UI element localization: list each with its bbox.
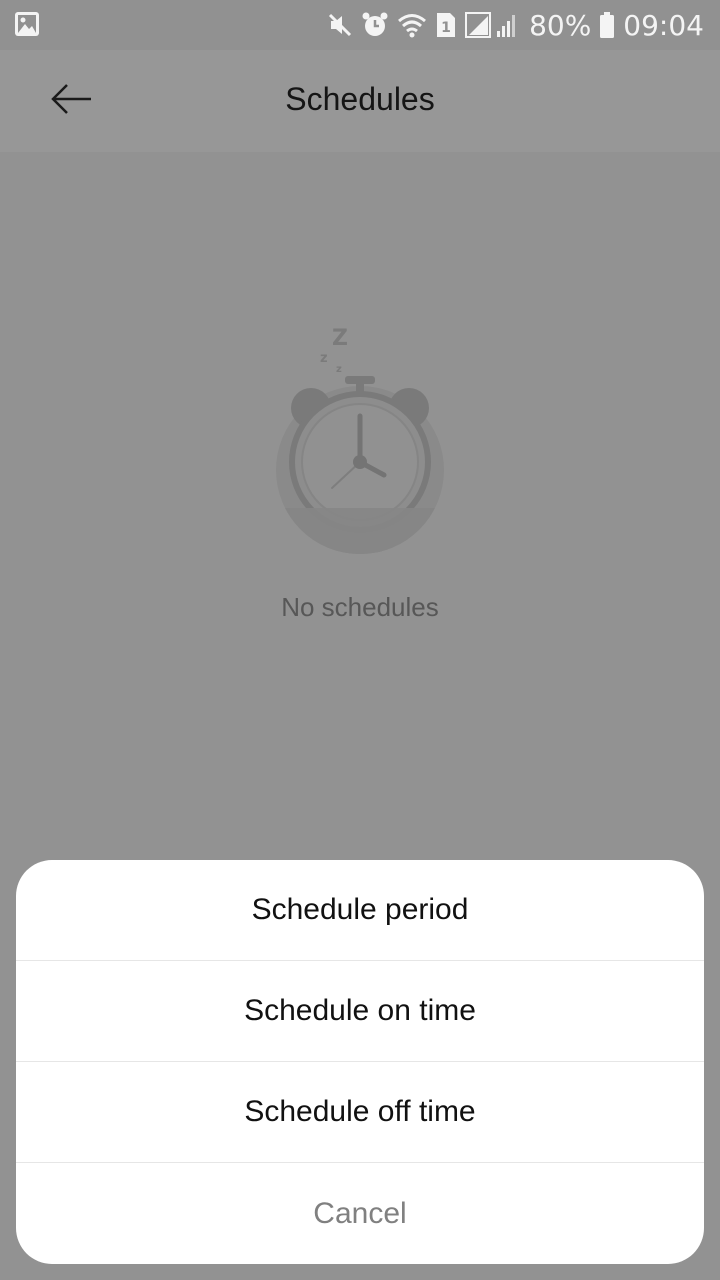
schedule-period-option[interactable]: Schedule period bbox=[16, 860, 704, 961]
svg-text:z: z bbox=[320, 351, 328, 366]
sleeping-alarm-clock-icon: Z z z bbox=[270, 320, 450, 560]
image-icon bbox=[14, 11, 40, 42]
action-sheet: Schedule period Schedule on time Schedul… bbox=[16, 860, 704, 1264]
battery-percent: 80% bbox=[529, 8, 592, 42]
clock-time: 09:04 bbox=[623, 8, 704, 42]
mute-icon bbox=[327, 12, 353, 38]
page-title: Schedules bbox=[285, 81, 435, 117]
svg-text:Z: Z bbox=[332, 326, 348, 351]
battery-icon bbox=[599, 11, 615, 39]
sim-icon: 1 bbox=[435, 11, 457, 39]
wifi-icon bbox=[397, 12, 427, 38]
svg-text:1: 1 bbox=[441, 20, 451, 36]
signal-icon bbox=[465, 11, 521, 39]
app-header: Schedules bbox=[0, 50, 720, 152]
cancel-button[interactable]: Cancel bbox=[16, 1163, 704, 1264]
schedule-on-time-option[interactable]: Schedule on time bbox=[16, 961, 704, 1062]
empty-state-message: No schedules bbox=[281, 592, 439, 622]
svg-text:z: z bbox=[336, 364, 342, 375]
status-bar: 1 80% 09:04 bbox=[0, 0, 720, 50]
schedule-off-time-option[interactable]: Schedule off time bbox=[16, 1062, 704, 1163]
alarm-icon bbox=[361, 11, 389, 39]
